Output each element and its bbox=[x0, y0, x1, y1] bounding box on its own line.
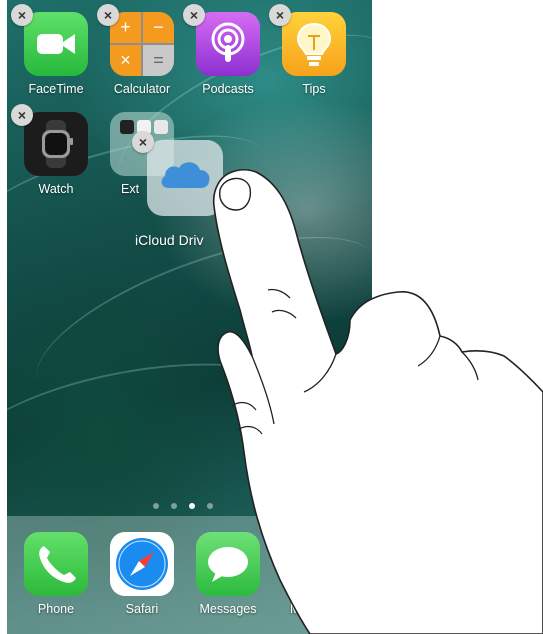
hand-outline bbox=[212, 168, 543, 634]
hand-illustration bbox=[212, 168, 543, 634]
